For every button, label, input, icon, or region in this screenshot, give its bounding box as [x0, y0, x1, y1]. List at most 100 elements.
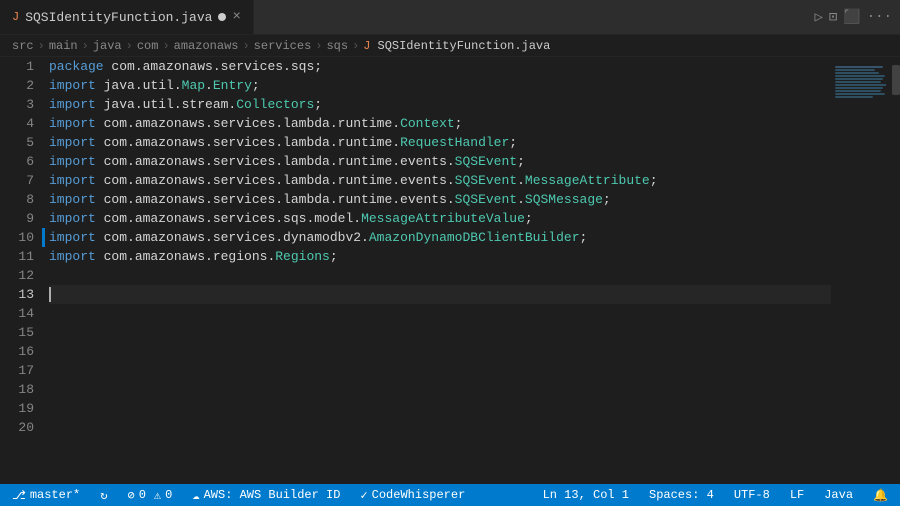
line-ending-label: LF — [790, 488, 804, 502]
minimap-line-11 — [835, 96, 873, 98]
minimap-line-6 — [835, 81, 881, 83]
minimap-line-7 — [835, 84, 886, 86]
error-count: 0 — [139, 488, 146, 502]
aws-builder-id-item[interactable]: ☁ AWS: AWS Builder ID — [188, 484, 344, 506]
code-line-13 — [49, 285, 831, 304]
split-editor-icon[interactable]: ⊡ — [829, 9, 837, 26]
line-num-8: 8 — [12, 190, 34, 209]
encoding-label: UTF-8 — [734, 488, 770, 502]
java-file-icon: J — [12, 10, 19, 24]
line-num-1: 1 — [12, 57, 34, 76]
line-num-12: 12 — [12, 266, 34, 285]
git-branch-label: master* — [30, 488, 80, 502]
git-branch-icon: ⎇ — [12, 488, 26, 503]
code-line-1: package com.amazonaws.services.sqs; — [49, 57, 831, 76]
code-line-14 — [49, 304, 831, 323]
tab-modified-indicator — [218, 13, 226, 21]
line-num-4: 4 — [12, 114, 34, 133]
warning-icon: ⚠ — [154, 488, 161, 503]
line-num-13: 13 — [12, 285, 34, 304]
breadcrumb-src[interactable]: src — [12, 39, 34, 53]
code-line-12 — [49, 266, 831, 285]
indentation-item[interactable]: Spaces: 4 — [645, 484, 718, 506]
codewhisperer-item[interactable]: ✓ CodeWhisperer — [356, 484, 469, 506]
code-line-10: import com.amazonaws.services.dynamodbv2… — [49, 228, 831, 247]
breadcrumb-com[interactable]: com — [137, 39, 159, 53]
breadcrumb: src › main › java › com › amazonaws › se… — [0, 35, 900, 57]
minimap-line-3 — [835, 72, 879, 74]
run-icon[interactable]: ▷ — [814, 9, 822, 26]
line-num-6: 6 — [12, 152, 34, 171]
code-line-18 — [49, 380, 831, 399]
code-line-9: import com.amazonaws.services.sqs.model.… — [49, 209, 831, 228]
breadcrumb-services[interactable]: services — [254, 39, 312, 53]
status-bar-left: ⎇ master* ↻ ⊘ 0 ⚠ 0 ☁ AWS: AWS Builder I… — [8, 484, 469, 506]
aws-icon: ☁ — [192, 488, 199, 503]
code-line-2: import java.util.Map.Entry; — [49, 76, 831, 95]
line-num-10: 10 — [12, 228, 34, 247]
minimap — [831, 57, 886, 484]
line-number-gutter: 1 2 3 4 5 6 7 8 9 10 11 12 13 14 15 16 1… — [0, 57, 42, 484]
codewhisperer-label: CodeWhisperer — [372, 488, 466, 502]
code-editor[interactable]: package com.amazonaws.services.sqs; impo… — [45, 57, 831, 484]
line-num-7: 7 — [12, 171, 34, 190]
code-line-19 — [49, 399, 831, 418]
scrollbar-track[interactable] — [892, 57, 900, 484]
breadcrumb-java[interactable]: java — [93, 39, 122, 53]
code-line-8: import com.amazonaws.services.lambda.run… — [49, 190, 831, 209]
code-line-16 — [49, 342, 831, 361]
tab-actions: ▷ ⊡ ⬛ ··· — [806, 9, 900, 26]
code-line-11: import com.amazonaws.regions.Regions; — [49, 247, 831, 266]
line-num-17: 17 — [12, 361, 34, 380]
code-line-5: import com.amazonaws.services.lambda.run… — [49, 133, 831, 152]
line-num-9: 9 — [12, 209, 34, 228]
bell-icon: 🔔 — [873, 488, 888, 503]
code-line-20 — [49, 418, 831, 437]
scrollbar-thumb[interactable] — [892, 65, 900, 95]
code-line-7: import com.amazonaws.services.lambda.run… — [49, 171, 831, 190]
line-num-19: 19 — [12, 399, 34, 418]
minimap-line-2 — [835, 69, 875, 71]
git-branch-item[interactable]: ⎇ master* — [8, 484, 84, 506]
code-line-3: import java.util.stream.Collectors; — [49, 95, 831, 114]
minimap-line-1 — [835, 66, 883, 68]
toggle-panel-icon[interactable]: ⬛ — [843, 9, 860, 26]
line-num-14: 14 — [12, 304, 34, 323]
indentation-label: Spaces: 4 — [649, 488, 714, 502]
line-num-16: 16 — [12, 342, 34, 361]
errors-warnings-item[interactable]: ⊘ 0 ⚠ 0 — [123, 484, 176, 506]
cursor-position-item[interactable]: Ln 13, Col 1 — [539, 484, 633, 506]
cursor-position-label: Ln 13, Col 1 — [543, 488, 629, 502]
codewhisperer-icon: ✓ — [360, 488, 367, 503]
breadcrumb-amazonaws[interactable]: amazonaws — [174, 39, 239, 53]
sync-item[interactable]: ↻ — [96, 484, 111, 506]
aws-label: AWS: AWS Builder ID — [204, 488, 341, 502]
editor-tab[interactable]: J SQSIdentityFunction.java × — [0, 0, 254, 34]
more-actions-icon[interactable]: ··· — [867, 9, 892, 25]
line-num-3: 3 — [12, 95, 34, 114]
minimap-line-4 — [835, 75, 885, 77]
minimap-line-9 — [835, 90, 881, 92]
language-item[interactable]: Java — [820, 484, 857, 506]
tab-filename: SQSIdentityFunction.java — [25, 10, 212, 25]
line-num-11: 11 — [12, 247, 34, 266]
breadcrumb-file-icon: J — [363, 39, 370, 53]
line-num-2: 2 — [12, 76, 34, 95]
minimap-line-5 — [835, 78, 883, 80]
tab-close-button[interactable]: × — [232, 9, 240, 25]
line-num-20: 20 — [12, 418, 34, 437]
line-ending-item[interactable]: LF — [786, 484, 808, 506]
status-bar: ⎇ master* ↻ ⊘ 0 ⚠ 0 ☁ AWS: AWS Builder I… — [0, 484, 900, 506]
notifications-item[interactable]: 🔔 — [869, 484, 892, 506]
line-num-5: 5 — [12, 133, 34, 152]
line-num-18: 18 — [12, 380, 34, 399]
breadcrumb-sqs[interactable]: sqs — [326, 39, 348, 53]
editor-container: 1 2 3 4 5 6 7 8 9 10 11 12 13 14 15 16 1… — [0, 57, 900, 484]
language-label: Java — [824, 488, 853, 502]
code-line-17 — [49, 361, 831, 380]
code-line-6: import com.amazonaws.services.lambda.run… — [49, 152, 831, 171]
vertical-scrollbar[interactable] — [886, 57, 900, 484]
breadcrumb-filename: SQSIdentityFunction.java — [378, 39, 551, 53]
breadcrumb-main[interactable]: main — [49, 39, 78, 53]
encoding-item[interactable]: UTF-8 — [730, 484, 774, 506]
